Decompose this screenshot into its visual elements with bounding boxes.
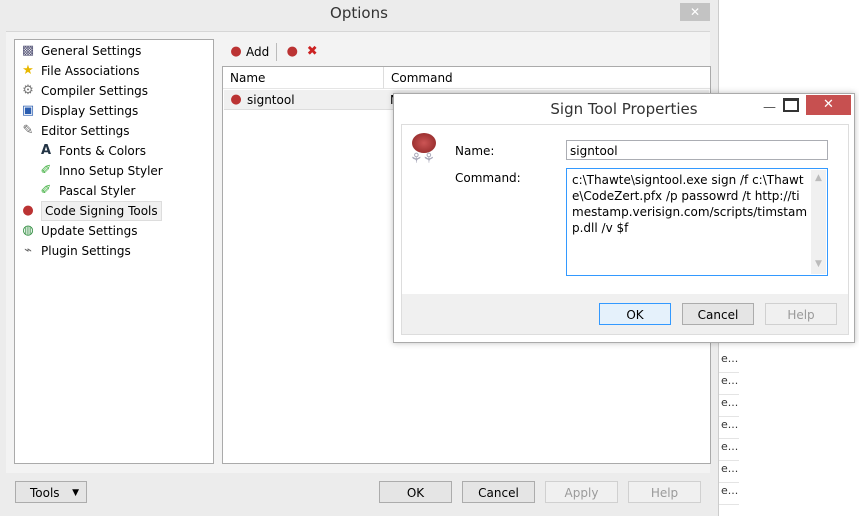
dialog-cancel-button[interactable]: Cancel bbox=[682, 303, 754, 325]
maximize-button[interactable] bbox=[783, 98, 799, 112]
tree-item-label: Display Settings bbox=[41, 104, 139, 118]
close-icon: ✕ bbox=[689, 5, 701, 19]
seal-icon: ● bbox=[22, 203, 34, 218]
gear-icon: ⚙ bbox=[22, 83, 34, 98]
bg-row: e... bbox=[719, 418, 739, 439]
highlighter-icon: ✐ bbox=[40, 163, 52, 178]
delete-seal-icon[interactable]: ✖ bbox=[304, 44, 320, 60]
minimize-button[interactable]: — bbox=[763, 100, 783, 115]
tree-item-fonts-colors[interactable]: A Fonts & Colors bbox=[38, 142, 146, 160]
ok-button[interactable]: OK bbox=[379, 481, 452, 503]
bg-row: e... bbox=[719, 440, 739, 461]
bg-row: e... bbox=[719, 352, 739, 373]
tree-item-plugin-settings[interactable]: ⌁ Plugin Settings bbox=[20, 242, 131, 260]
tools-label: Tools bbox=[30, 486, 60, 500]
column-header-command[interactable]: Command bbox=[384, 67, 710, 89]
column-header-name[interactable]: Name bbox=[223, 67, 384, 89]
edit-seal-icon[interactable]: ● bbox=[284, 44, 300, 60]
dialog-ok-button[interactable]: OK bbox=[599, 303, 671, 325]
font-icon: A bbox=[40, 143, 52, 158]
add-label: Add bbox=[246, 45, 270, 59]
add-button[interactable]: ● Add bbox=[228, 44, 269, 60]
row-name: signtool bbox=[247, 92, 295, 107]
tree-item-label: Pascal Styler bbox=[59, 184, 136, 198]
tree-item-label: Editor Settings bbox=[41, 124, 130, 138]
tree-item-code-signing-tools[interactable]: ● Code Signing Tools bbox=[20, 201, 162, 221]
tree-item-label: Plugin Settings bbox=[41, 244, 131, 258]
close-icon: ✕ bbox=[823, 97, 834, 112]
seal-icon: ⚘⚘ bbox=[410, 133, 440, 179]
toolbar: ● Add ● ✖ bbox=[228, 43, 320, 61]
tree-item-label: File Associations bbox=[41, 64, 140, 78]
close-button[interactable]: ✕ bbox=[680, 3, 710, 21]
tree-item-general-settings[interactable]: ▩ General Settings bbox=[20, 42, 141, 60]
minimize-icon: — bbox=[763, 100, 776, 115]
scroll-down-icon: ▼ bbox=[815, 259, 822, 269]
tools-button[interactable]: Tools ▼ bbox=[15, 481, 87, 503]
tree-item-editor-settings[interactable]: ✎ Editor Settings bbox=[20, 122, 130, 140]
tree-item-label: General Settings bbox=[41, 44, 142, 58]
settings-tree[interactable]: ▩ General Settings ★ File Associations ⚙ Co… bbox=[14, 39, 214, 464]
toolbar-separator bbox=[276, 43, 278, 61]
star-icon: ★ bbox=[22, 63, 34, 78]
bg-row: e... bbox=[719, 484, 739, 505]
tree-item-pascal-styler[interactable]: ✐ Pascal Styler bbox=[38, 182, 136, 200]
globe-icon: ◍ bbox=[22, 223, 34, 238]
bg-row: e... bbox=[719, 462, 739, 483]
command-textarea[interactable]: c:\Thawte\signtool.exe sign /f c:\Thawte… bbox=[566, 168, 828, 276]
add-seal-icon: ● bbox=[230, 44, 242, 59]
tree-item-file-associations[interactable]: ★ File Associations bbox=[20, 62, 139, 80]
bg-row: e... bbox=[719, 396, 739, 417]
dialog-close-button[interactable]: ✕ bbox=[806, 95, 851, 115]
general-settings-icon: ▩ bbox=[21, 43, 35, 58]
tree-item-label: Code Signing Tools bbox=[41, 201, 162, 221]
tree-item-label: Fonts & Colors bbox=[59, 144, 146, 158]
tree-item-label: Update Settings bbox=[41, 224, 138, 238]
tree-item-inno-setup-styler[interactable]: ✐ Inno Setup Styler bbox=[38, 162, 163, 180]
editor-icon: ✎ bbox=[22, 123, 34, 138]
monitor-icon: ▣ bbox=[21, 103, 35, 118]
highlighter-icon: ✐ bbox=[40, 183, 52, 198]
apply-button[interactable]: Apply bbox=[545, 481, 618, 503]
tree-item-update-settings[interactable]: ◍ Update Settings bbox=[20, 222, 138, 240]
command-text: c:\Thawte\signtool.exe sign /f c:\Thawte… bbox=[572, 173, 808, 235]
seal-icon: ● bbox=[230, 91, 242, 107]
tree-item-compiler-settings[interactable]: ⚙ Compiler Settings bbox=[20, 82, 148, 100]
tree-item-label: Inno Setup Styler bbox=[59, 164, 163, 178]
help-button[interactable]: Help bbox=[628, 481, 701, 503]
window-title: Options bbox=[330, 4, 388, 22]
command-label: Command: bbox=[455, 171, 521, 185]
scroll-up-icon: ▲ bbox=[815, 173, 822, 183]
tree-item-label: Compiler Settings bbox=[41, 84, 149, 98]
name-input[interactable]: signtool bbox=[566, 140, 828, 160]
name-label: Name: bbox=[455, 144, 495, 158]
bg-row: e... bbox=[719, 374, 739, 395]
vertical-scrollbar[interactable]: ▲ ▼ bbox=[811, 170, 826, 274]
plug-icon: ⌁ bbox=[24, 243, 32, 258]
tree-item-display-settings[interactable]: ▣ Display Settings bbox=[20, 102, 138, 120]
sign-tool-properties-dialog: Sign Tool Properties — ✕ ⚘⚘ Name: Comman… bbox=[393, 93, 855, 343]
dropdown-arrow-icon: ▼ bbox=[72, 488, 79, 498]
cancel-button[interactable]: Cancel bbox=[462, 481, 535, 503]
dialog-help-button[interactable]: Help bbox=[765, 303, 837, 325]
